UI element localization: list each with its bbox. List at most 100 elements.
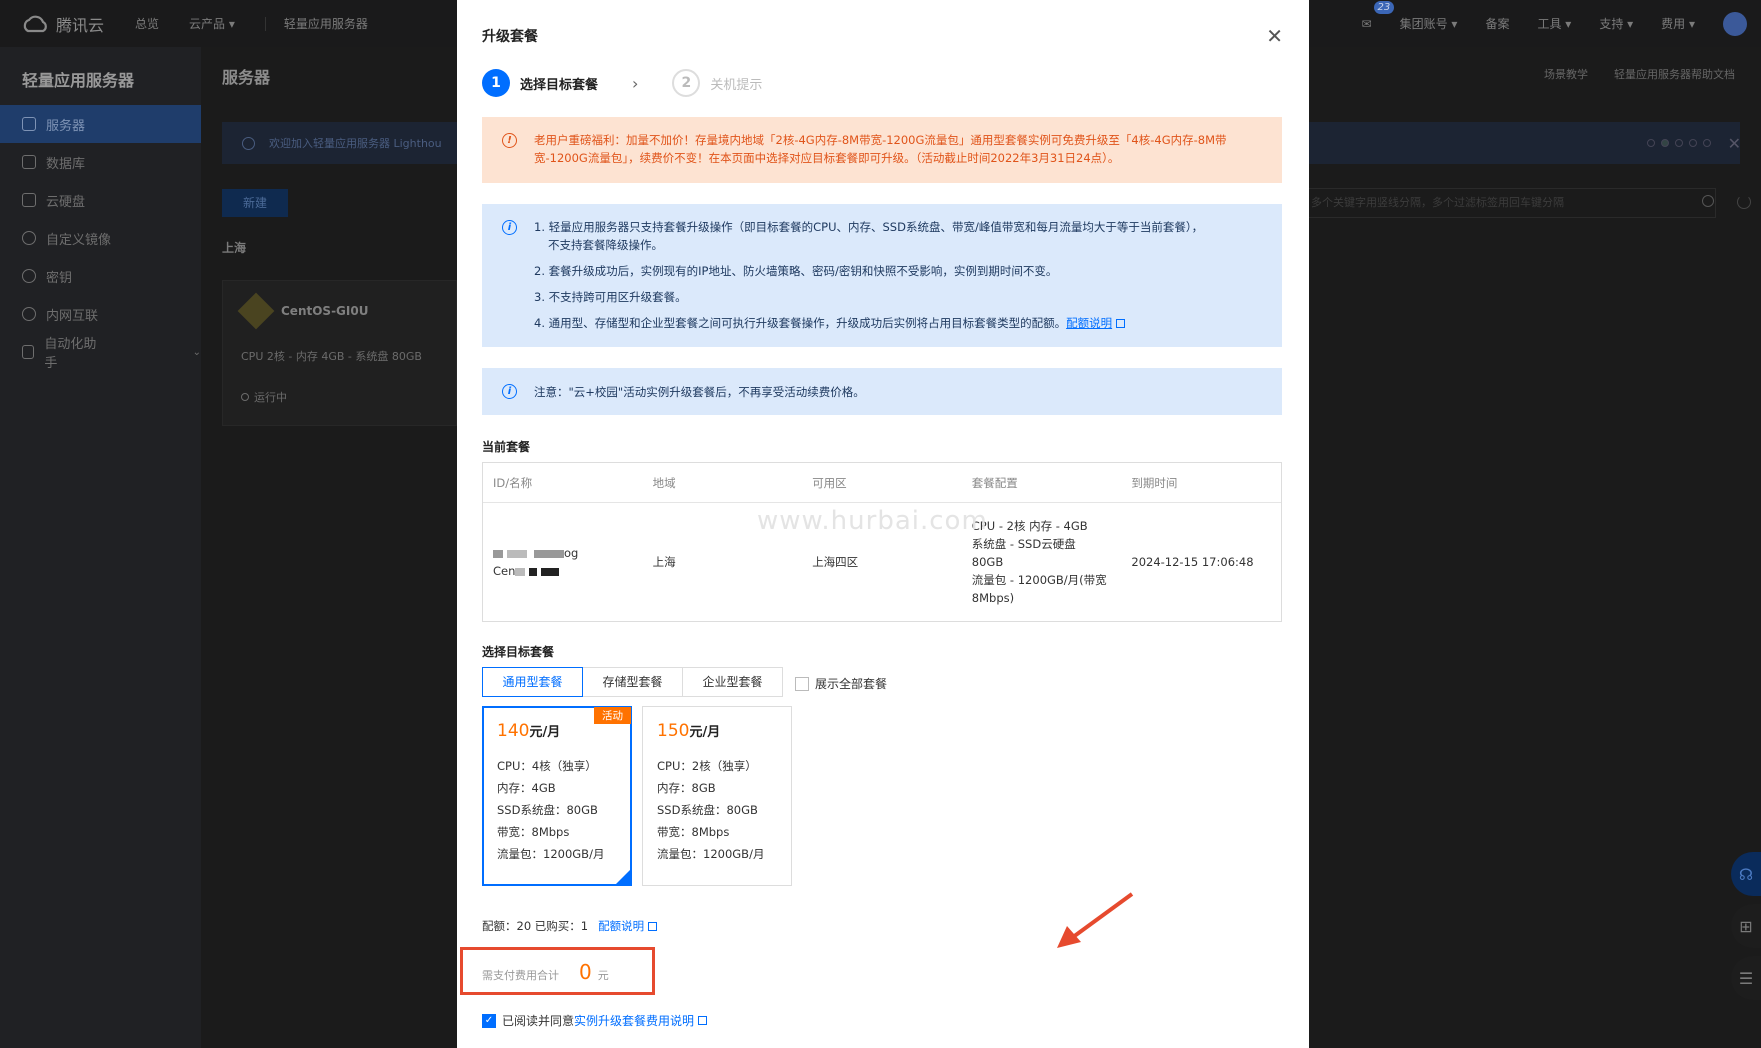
server-card[interactable]: CentOS-GI0U CPU 2核 - 内存 4GB - 系统盘 80GB 运… bbox=[222, 280, 457, 426]
package-memory: 内存：4GB bbox=[497, 781, 556, 795]
rule-1b: 不支持套餐降级操作。 bbox=[548, 238, 663, 252]
region-label: 上海 bbox=[222, 241, 247, 255]
notice-text: 欢迎加入轻量应用服务器 Lighthou bbox=[269, 137, 442, 150]
avatar[interactable] bbox=[1723, 11, 1747, 36]
help-links: 场景教学 轻量应用服务器帮助文档 bbox=[1544, 66, 1735, 82]
database-icon bbox=[22, 155, 36, 169]
chevron-right-icon: › bbox=[632, 73, 639, 93]
step-1-number: 1 bbox=[482, 69, 510, 97]
external-link-icon bbox=[1116, 319, 1126, 328]
sidebar-item-disk[interactable]: 云硬盘 bbox=[0, 181, 201, 219]
selected-check-icon bbox=[616, 870, 630, 884]
quota-info: 配额：20 已购买：1 配额说明 bbox=[482, 918, 658, 934]
warning-icon: ! bbox=[502, 133, 517, 148]
disk-icon bbox=[22, 193, 36, 207]
nav-tools[interactable]: 工具 ▾ bbox=[1537, 15, 1571, 32]
package-type-tabs: 通用型套餐 存储型套餐 企业型套餐 bbox=[482, 667, 783, 697]
show-all-checkbox[interactable]: 展示全部套餐 bbox=[795, 675, 887, 692]
sidebar-item-label: 密钥 bbox=[46, 270, 73, 286]
sidebar-item-database[interactable]: 数据库 bbox=[0, 143, 201, 181]
package-disk: SSD系统盘：80GB bbox=[497, 803, 598, 817]
step-2-number: 2 bbox=[672, 69, 701, 97]
centos-icon bbox=[237, 292, 275, 330]
package-bandwidth: 带宽：8Mbps bbox=[657, 825, 730, 839]
server-name: CentOS-GI0U bbox=[281, 304, 369, 318]
sidebar-title: 轻量应用服务器 bbox=[22, 71, 135, 90]
col-region: 地域 bbox=[652, 475, 676, 490]
rule-4: 4. 通用型、存储型和企业型套餐之间可执行升级套餐操作，升级成功后实例将占用目标… bbox=[534, 314, 1262, 332]
total-fee: 需支付费用合计 0 元 bbox=[482, 960, 609, 984]
col-config: 套餐配置 bbox=[971, 475, 1018, 490]
cell-zone: 上海四区 bbox=[812, 555, 859, 569]
tab-storage[interactable]: 存储型套餐 bbox=[582, 667, 683, 697]
sidebar-item-network[interactable]: 内网互联 bbox=[0, 295, 201, 333]
nav-overview[interactable]: 总览 bbox=[135, 15, 159, 32]
page-title: 服务器 bbox=[222, 68, 271, 87]
rule-1: 1. 轻量应用服务器只支持套餐升级操作（即目标套餐的CPU、内存、SSD系统盘、… bbox=[534, 220, 1204, 234]
sidebar-item-label: 内网互联 bbox=[46, 308, 99, 324]
package-memory: 内存：8GB bbox=[657, 781, 716, 795]
external-link-icon bbox=[698, 1016, 708, 1025]
sidebar-item-automation[interactable]: 自动化助手 ⌄ bbox=[0, 333, 201, 371]
nav-billing[interactable]: 费用 ▾ bbox=[1661, 15, 1695, 32]
carousel-dots[interactable] bbox=[1647, 139, 1711, 147]
promo-tag: 活动 bbox=[594, 707, 631, 724]
quota-doc-link[interactable]: 配额说明 bbox=[598, 919, 644, 933]
package-bandwidth: 带宽：8Mbps bbox=[497, 825, 570, 839]
current-package-title: 当前套餐 bbox=[482, 440, 531, 454]
status-text: 运行中 bbox=[254, 391, 287, 404]
nav-support[interactable]: 支持 ▾ bbox=[1599, 15, 1633, 32]
nav-divider bbox=[264, 16, 266, 31]
brand-logo[interactable]: 腾讯云 bbox=[0, 12, 135, 36]
promo-alert: ! 老用户重磅福利：加量不加价！存量境内地域「2核-4G内存-8M带宽-1200… bbox=[482, 117, 1282, 183]
checkbox-icon[interactable] bbox=[795, 676, 809, 691]
table-header: ID/名称 地域 可用区 套餐配置 到期时间 bbox=[483, 463, 1281, 503]
package-price: 140元/月 bbox=[497, 721, 561, 741]
automation-icon bbox=[22, 345, 35, 359]
target-package-title: 选择目标套餐 bbox=[482, 645, 555, 659]
col-zone: 可用区 bbox=[812, 475, 847, 490]
nav-products[interactable]: 云产品 ▾ bbox=[189, 15, 235, 32]
nav-lighthouse[interactable]: 轻量应用服务器 bbox=[284, 15, 368, 32]
package-cpu: CPU：4核（独享） bbox=[497, 759, 597, 773]
package-traffic: 流量包：1200GB/月 bbox=[657, 847, 765, 861]
red-arrow-annotation bbox=[1057, 892, 1134, 948]
refresh-icon[interactable] bbox=[1737, 195, 1751, 209]
step-1-label: 选择目标套餐 bbox=[520, 77, 599, 93]
package-card-150[interactable]: 150元/月 CPU：2核（独享） 内存：8GB SSD系统盘：80GB 带宽：… bbox=[642, 706, 792, 886]
sidebar-item-label: 自动化助手 bbox=[44, 337, 97, 371]
help-doc-link[interactable]: 轻量应用服务器帮助文档 bbox=[1614, 66, 1735, 82]
watermark: www.hurbai.com bbox=[757, 506, 988, 536]
sidebar-item-server[interactable]: 服务器 bbox=[0, 105, 201, 143]
sidebar-item-image[interactable]: 自定义镜像 bbox=[0, 219, 201, 257]
cell-id[interactable]: og Cen bbox=[483, 544, 643, 580]
cell-expire: 2024-12-15 17:06:48 bbox=[1131, 555, 1254, 569]
sidebar-item-label: 自定义镜像 bbox=[46, 232, 112, 248]
info-icon: i bbox=[502, 384, 517, 399]
nav-filing[interactable]: 备案 bbox=[1485, 15, 1509, 32]
modal-title: 升级套餐 bbox=[482, 29, 538, 45]
new-button[interactable]: 新建 bbox=[222, 189, 288, 217]
chevron-down-icon: ⌄ bbox=[192, 346, 201, 358]
fee-doc-link[interactable]: 实例升级套餐费用说明 bbox=[574, 1012, 694, 1029]
server-icon bbox=[22, 117, 36, 131]
agree-checkbox[interactable]: ✓ bbox=[482, 1013, 496, 1028]
quota-doc-link[interactable]: 配额说明 bbox=[1066, 316, 1112, 330]
server-spec: CPU 2核 - 内存 4GB - 系统盘 80GB bbox=[241, 350, 422, 363]
sidebar-item-key[interactable]: 密钥 bbox=[0, 257, 201, 295]
network-icon bbox=[22, 307, 36, 321]
nav-group-account[interactable]: 集团账号 ▾ bbox=[1400, 15, 1458, 32]
status-dot-icon bbox=[241, 393, 249, 401]
package-traffic: 流量包：1200GB/月 bbox=[497, 847, 605, 861]
status-badge: 运行中 bbox=[241, 389, 287, 405]
tab-enterprise[interactable]: 企业型套餐 bbox=[682, 667, 783, 697]
mail-icon[interactable]: ✉ 23 bbox=[1362, 0, 1395, 31]
search-icon[interactable] bbox=[1702, 195, 1714, 207]
search-input[interactable]: 多个关键字用竖线分隔，多个过滤标签用回车键分隔 bbox=[1306, 188, 1716, 218]
close-icon[interactable]: ✕ bbox=[1728, 134, 1741, 153]
stepper: 1 选择目标套餐 › 2 关机提示 bbox=[482, 69, 762, 97]
tab-general[interactable]: 通用型套餐 bbox=[482, 667, 583, 697]
package-card-140[interactable]: 活动 140元/月 CPU：4核（独享） 内存：4GB SSD系统盘：80GB … bbox=[482, 706, 632, 886]
scene-tutorial-link[interactable]: 场景教学 bbox=[1544, 66, 1588, 82]
close-icon[interactable]: ✕ bbox=[1266, 24, 1283, 48]
